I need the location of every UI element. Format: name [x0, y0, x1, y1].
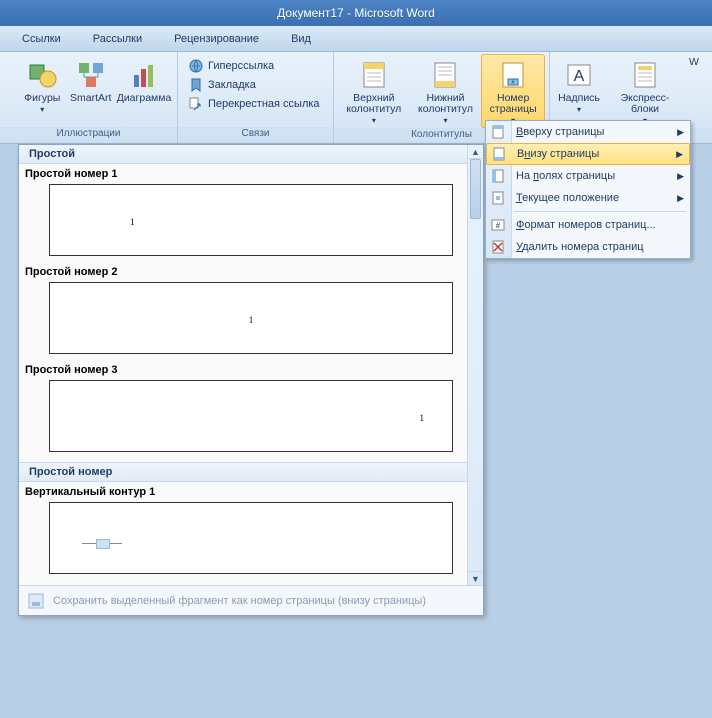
chart-icon: [128, 59, 160, 91]
gallery-footer: Сохранить выделенный фрагмент как номер …: [19, 585, 483, 615]
group-label-links: Связи: [178, 127, 333, 143]
quick-parts-button[interactable]: Экспресс-блоки ▾: [604, 54, 686, 128]
header-button[interactable]: Верхний колонтитул ▾: [338, 54, 410, 128]
textbox-button[interactable]: A Надпись ▾: [554, 54, 604, 117]
gallery-item-title: Простой номер 2: [19, 262, 467, 280]
chevron-down-icon: ▾: [40, 105, 44, 114]
header-icon: [358, 59, 390, 91]
chart-button[interactable]: Диаграмма: [115, 54, 173, 107]
page-number-button[interactable]: # Номер страницы ▾: [481, 54, 545, 128]
gallery-item-title: Простой номер 3: [19, 360, 467, 378]
gallery-category: Простой: [19, 145, 467, 164]
quick-parts-icon: [629, 59, 661, 91]
scroll-thumb[interactable]: [470, 159, 481, 219]
menu-top-of-page[interactable]: Вверху страницы ▶: [486, 121, 690, 143]
gallery-item-plain-2[interactable]: 1: [49, 282, 453, 354]
save-selection-label[interactable]: Сохранить выделенный фрагмент как номер …: [53, 595, 426, 607]
menu-current-position[interactable]: Текущее положение ▶: [486, 187, 690, 209]
submenu-arrow-icon: ▶: [677, 127, 684, 138]
tab-references[interactable]: Ссылки: [6, 29, 77, 49]
page-top-icon: [490, 124, 506, 140]
submenu-arrow-icon: ▶: [677, 171, 684, 182]
gallery-item-title: Простой номер 1: [19, 164, 467, 182]
page-bottom-icon: [491, 146, 507, 162]
save-selection-icon: [27, 592, 45, 610]
gallery-item-title: Вертикальный контур 1: [19, 482, 467, 500]
crossref-button[interactable]: Перекрестная ссылка: [188, 96, 320, 112]
scroll-down-icon[interactable]: ▼: [468, 571, 483, 585]
tab-view[interactable]: Вид: [275, 29, 327, 49]
wordart-button[interactable]: W: [686, 54, 702, 71]
page-number-menu: Вверху страницы ▶ Внизу страницы ▶ На по…: [485, 120, 691, 259]
group-label-illustrations: Иллюстрации: [0, 127, 177, 143]
smartart-icon: [75, 59, 107, 91]
submenu-arrow-icon: ▶: [677, 193, 684, 204]
page-margins-icon: [490, 168, 506, 184]
gallery-item-plain-3[interactable]: 1: [49, 380, 453, 452]
scroll-up-icon[interactable]: ▲: [468, 145, 483, 159]
format-icon: #: [490, 217, 506, 233]
remove-icon: [490, 239, 506, 255]
gallery-item-vertical-contour-1[interactable]: [49, 502, 453, 574]
crossref-icon: [188, 96, 204, 112]
shapes-button[interactable]: Фигуры ▾: [18, 54, 67, 117]
menu-format-page-numbers[interactable]: # Формат номеров страниц...: [486, 214, 690, 236]
menu-bottom-of-page[interactable]: Внизу страницы ▶: [486, 143, 690, 165]
chevron-down-icon: ▾: [443, 116, 447, 125]
tab-review[interactable]: Рецензирование: [158, 29, 275, 49]
footer-button[interactable]: Нижний колонтитул ▾: [410, 54, 482, 128]
gallery-category: Простой номер: [19, 462, 467, 482]
bookmark-icon: [188, 77, 204, 93]
hyperlink-button[interactable]: Гиперссылка: [188, 58, 320, 74]
menu-remove-page-numbers[interactable]: Удалить номера страниц: [486, 236, 690, 258]
current-position-icon: [490, 190, 506, 206]
svg-text:#: #: [496, 221, 501, 230]
bookmark-button[interactable]: Закладка: [188, 77, 320, 93]
tab-mailings[interactable]: Рассылки: [77, 29, 158, 49]
svg-text:A: A: [574, 68, 585, 85]
footer-icon: [429, 59, 461, 91]
menu-page-margins[interactable]: На полях страницы ▶: [486, 165, 690, 187]
title-bar: Документ17 - Microsoft Word: [0, 0, 712, 26]
textbox-icon: A: [563, 59, 595, 91]
window-title: Документ17 - Microsoft Word: [277, 6, 435, 20]
smartart-button[interactable]: SmartArt: [67, 54, 116, 107]
clip-art-button[interactable]: [4, 54, 18, 114]
gallery-scrollbar[interactable]: ▲ ▼: [467, 145, 483, 585]
shapes-icon: [26, 59, 58, 91]
submenu-arrow-icon: ▶: [676, 149, 683, 160]
ribbon-tabs: Ссылки Рассылки Рецензирование Вид: [0, 26, 712, 52]
page-number-gallery: Простой Простой номер 1 1 Простой номер …: [18, 144, 484, 616]
chevron-down-icon: ▾: [372, 116, 376, 125]
chevron-down-icon: ▾: [577, 105, 581, 114]
gallery-item-plain-1[interactable]: 1: [49, 184, 453, 256]
hyperlink-icon: [188, 58, 204, 74]
page-number-icon: #: [497, 59, 529, 91]
